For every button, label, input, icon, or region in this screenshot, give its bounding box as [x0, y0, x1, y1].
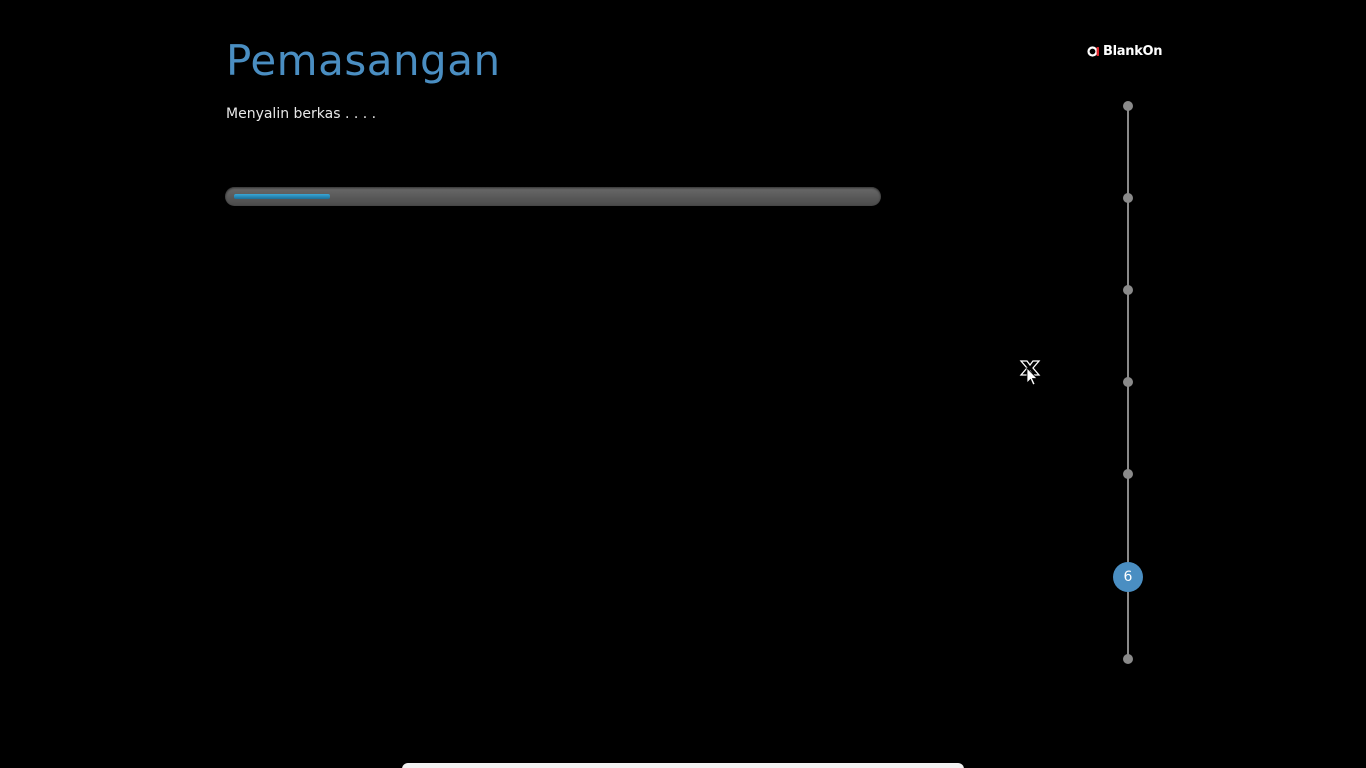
brand-name: BlankOn	[1103, 44, 1163, 59]
page-title: Pemasangan	[226, 36, 501, 85]
mouse-cursor-icon	[1019, 360, 1041, 385]
step-current: 6	[1113, 562, 1143, 592]
progress-bar-fill	[234, 194, 330, 199]
installer-screen: Pemasangan Menyalin berkas . . . . Blank…	[0, 0, 1366, 768]
step-indicator: 6	[1108, 96, 1148, 668]
brand-logo: BlankOn	[1087, 44, 1163, 59]
bottom-panel-edge	[402, 763, 964, 768]
step-dot-7	[1123, 654, 1133, 664]
step-dot-3	[1123, 285, 1133, 295]
progress-bar	[225, 187, 881, 206]
step-dot-1	[1123, 101, 1133, 111]
blankon-logo-icon	[1087, 46, 1099, 57]
status-text: Menyalin berkas . . . .	[226, 106, 377, 122]
step-dot-4	[1123, 377, 1133, 387]
step-dot-5	[1123, 469, 1133, 479]
step-dot-2	[1123, 193, 1133, 203]
